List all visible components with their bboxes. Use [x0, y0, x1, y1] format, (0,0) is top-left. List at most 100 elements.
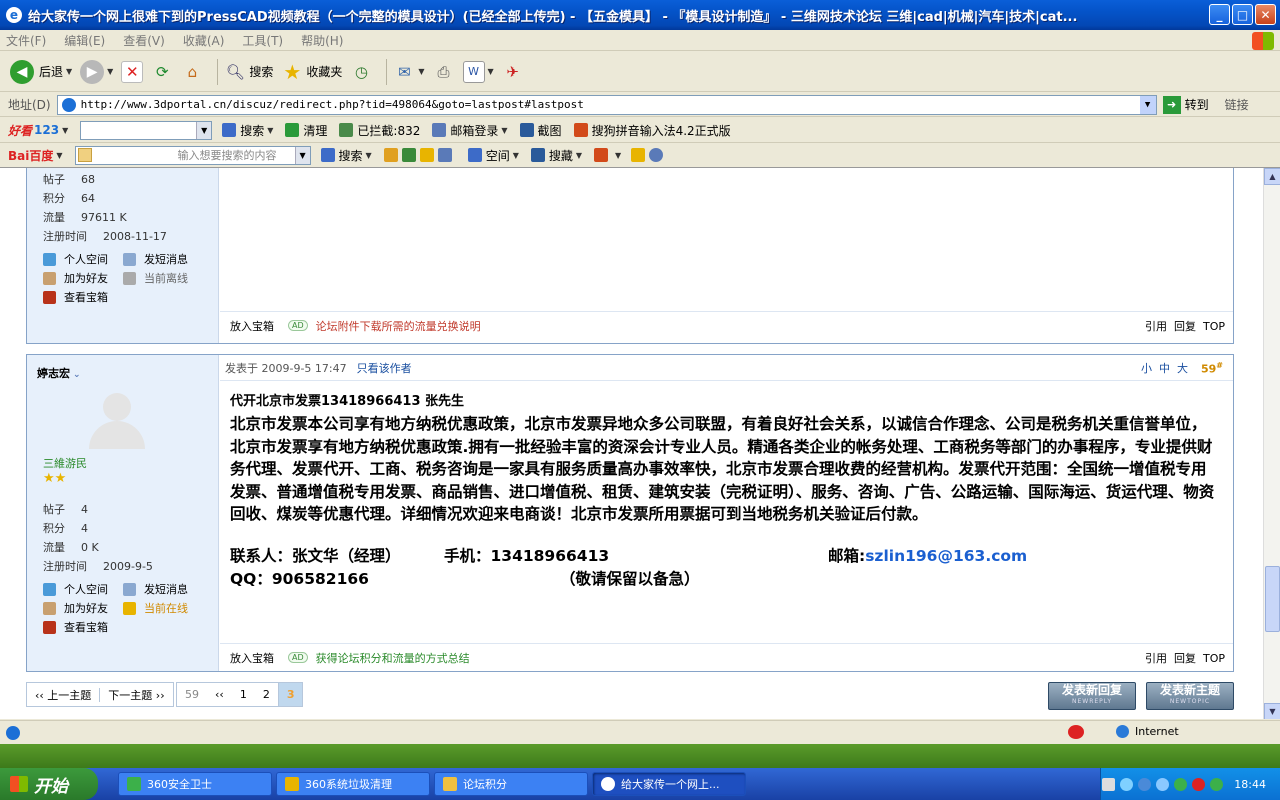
- maximize-button[interactable]: □: [1232, 4, 1253, 25]
- taskbar-item-cleanup[interactable]: 360系统垃圾清理: [276, 772, 430, 796]
- scroll-down-button[interactable]: ▼: [1264, 703, 1280, 719]
- start-button[interactable]: 开始: [0, 768, 98, 800]
- add-friend-link[interactable]: 加为好友: [43, 270, 108, 286]
- blocked-button[interactable]: 已拦截:832: [339, 122, 420, 139]
- top-link[interactable]: TOP: [1203, 320, 1225, 333]
- address-dropdown[interactable]: ▼: [1139, 95, 1156, 114]
- title-bar: e 给大家传一个网上很难下到的PressCAD视频教程（一个完整的模具设计）(已…: [0, 0, 1280, 30]
- clean-button[interactable]: 清理: [285, 122, 327, 139]
- space-button[interactable]: 空间 ▼: [467, 147, 519, 164]
- put-treasure-link[interactable]: 放入宝箱: [230, 650, 274, 666]
- tray-arrow-icon[interactable]: [1120, 777, 1134, 791]
- 360-tray-icon[interactable]: [1174, 777, 1188, 791]
- top-link[interactable]: TOP: [1203, 652, 1225, 665]
- font-medium-button[interactable]: 中: [1159, 360, 1170, 376]
- image-icon: [401, 148, 416, 162]
- scroll-thumb[interactable]: [1265, 566, 1280, 632]
- stop-icon[interactable]: ✕: [121, 60, 144, 83]
- close-button[interactable]: ✕: [1255, 4, 1276, 25]
- security-icon[interactable]: [1192, 777, 1206, 791]
- home-icon[interactable]: ⌂: [181, 61, 203, 83]
- address-input[interactable]: http://www.3dportal.cn/discuz/redirect.p…: [56, 94, 1157, 115]
- author-name[interactable]: 婷志宏 ⌄: [37, 365, 81, 381]
- collect-button[interactable]: 搜藏 ▼: [530, 147, 582, 164]
- send-message-link[interactable]: 发短消息: [123, 581, 188, 597]
- back-button[interactable]: ◀ 后退 ▼: [10, 59, 72, 84]
- mail-button[interactable]: ✉ ▼: [393, 61, 424, 83]
- new-topic-button[interactable]: 发表新主题 NEWTOPIC: [1146, 682, 1234, 710]
- baidu-toolbar: Bai百度 ▼ 输入想要搜索的内容 ▼ 搜索 ▼ 空间 ▼ 搜藏 ▼ ▼: [0, 143, 1280, 168]
- messenger-icon[interactable]: ✈: [502, 61, 524, 83]
- print-icon[interactable]: ⎙: [433, 61, 455, 83]
- search-button[interactable]: 🔍︎ 搜索: [224, 61, 274, 83]
- page-1-link[interactable]: 1: [232, 683, 255, 706]
- edit-button[interactable]: W ▼: [462, 60, 494, 83]
- menu-help[interactable]: 帮助(H): [301, 32, 343, 49]
- menu-tools[interactable]: 工具(T): [242, 32, 283, 49]
- prev-topic-link[interactable]: ‹‹ 上一主题: [27, 683, 99, 706]
- menu-view[interactable]: 查看(V): [123, 32, 165, 49]
- menu-favorites[interactable]: 收藏(A): [183, 32, 225, 49]
- forward-button[interactable]: ▶ ▼: [80, 59, 113, 84]
- page-2-link[interactable]: 2: [255, 683, 278, 706]
- taskbar-item-360[interactable]: 360安全卫士: [118, 772, 272, 796]
- add-friend-link[interactable]: 加为好友: [43, 600, 108, 616]
- baidu-logo[interactable]: Bai百度 ▼: [8, 147, 63, 164]
- hao123-search-button[interactable]: 搜索 ▼: [222, 122, 273, 139]
- history-icon[interactable]: ◷: [350, 61, 372, 83]
- next-topic-link[interactable]: 下一主题 ››: [100, 683, 172, 706]
- vertical-scrollbar[interactable]: ▲ ▼: [1263, 168, 1280, 719]
- baidu-search-input[interactable]: 输入想要搜索的内容 ▼: [74, 145, 311, 165]
- ad-link[interactable]: 论坛附件下载所需的流量兑换说明: [316, 318, 481, 334]
- put-treasure-link[interactable]: 放入宝箱: [230, 318, 274, 334]
- hao123-search-input[interactable]: ▼: [80, 120, 213, 140]
- reply-link[interactable]: 回复: [1174, 318, 1196, 334]
- favorites-button[interactable]: ★ 收藏夹: [281, 60, 342, 84]
- taskbar-item-browser[interactable]: 给大家传一个网上...: [592, 772, 746, 796]
- reply-link[interactable]: 回复: [1174, 650, 1196, 666]
- extra-tools[interactable]: ▼: [594, 148, 667, 162]
- page-content: 帖子 68 积分 64 流量 97611 K 注册时间 2008-11-17 个人空间 …: [0, 167, 1280, 719]
- stat-traffic: 流量 0 K: [43, 541, 99, 554]
- network-icon[interactable]: [1138, 777, 1152, 791]
- view-treasure-link[interactable]: 查看宝箱: [43, 619, 108, 635]
- baidu-search-button[interactable]: 搜索 ▼: [320, 147, 372, 164]
- personal-space-link[interactable]: 个人空间: [43, 581, 108, 597]
- add-user-icon: [43, 601, 56, 615]
- go-button[interactable]: ➜ 转到: [1162, 95, 1209, 114]
- first-page-link[interactable]: ‹‹: [207, 683, 232, 706]
- refresh-icon[interactable]: ⟳: [151, 61, 173, 83]
- keyboard-icon[interactable]: [1102, 777, 1116, 791]
- quote-link[interactable]: 引用: [1145, 318, 1167, 334]
- shield-icon[interactable]: [1210, 777, 1224, 791]
- volume-icon[interactable]: [1156, 777, 1170, 791]
- send-message-link[interactable]: 发短消息: [123, 251, 188, 267]
- view-treasure-link[interactable]: 查看宝箱: [43, 289, 108, 305]
- ad-link[interactable]: 获得论坛积分和流量的方式总结: [316, 650, 470, 666]
- forum-post: 婷志宏 ⌄ 三維游民 ★★ 帖子 4 积分 4 流量 0 K 注册时间 2009-9-5 …: [26, 354, 1234, 672]
- minimize-button[interactable]: _: [1209, 4, 1230, 25]
- baidu-tools[interactable]: [383, 148, 456, 162]
- screenshot-button[interactable]: 截图: [519, 122, 562, 139]
- font-large-button[interactable]: 大: [1177, 360, 1188, 376]
- quote-link[interactable]: 引用: [1145, 650, 1167, 666]
- mail-login-button[interactable]: 邮箱登录 ▼: [432, 122, 508, 139]
- menu-file[interactable]: 文件(F): [6, 32, 46, 49]
- author-sidebar: 帖子 68 积分 64 流量 97611 K 注册时间 2008-11-17 个人空间 …: [27, 168, 219, 343]
- sogou-label: 搜狗拼音输入法4.2正式版: [591, 123, 731, 138]
- only-author-link[interactable]: 只看该作者: [357, 360, 412, 376]
- topic-nav: ‹‹ 上一主题 下一主题 ››: [26, 682, 174, 707]
- hao123-search-label: 搜索: [240, 123, 265, 138]
- hao123-logo[interactable]: 好看 123 ▼: [8, 122, 68, 139]
- personal-space-link[interactable]: 个人空间: [43, 251, 108, 267]
- links-button[interactable]: 链接: [1225, 96, 1249, 113]
- scroll-up-button[interactable]: ▲: [1264, 168, 1280, 185]
- popup-blocked-icon[interactable]: [1068, 725, 1084, 739]
- word-icon: W: [462, 60, 485, 83]
- font-small-button[interactable]: 小: [1141, 360, 1152, 376]
- new-reply-button[interactable]: 发表新回复 NEWREPLY: [1048, 682, 1136, 710]
- sogou-button[interactable]: 搜狗拼音输入法4.2正式版: [573, 122, 731, 139]
- menu-edit[interactable]: 编辑(E): [64, 32, 105, 49]
- taskbar-item-forum-points[interactable]: 论坛积分: [434, 772, 588, 796]
- floor-number: 59#: [1200, 360, 1223, 376]
